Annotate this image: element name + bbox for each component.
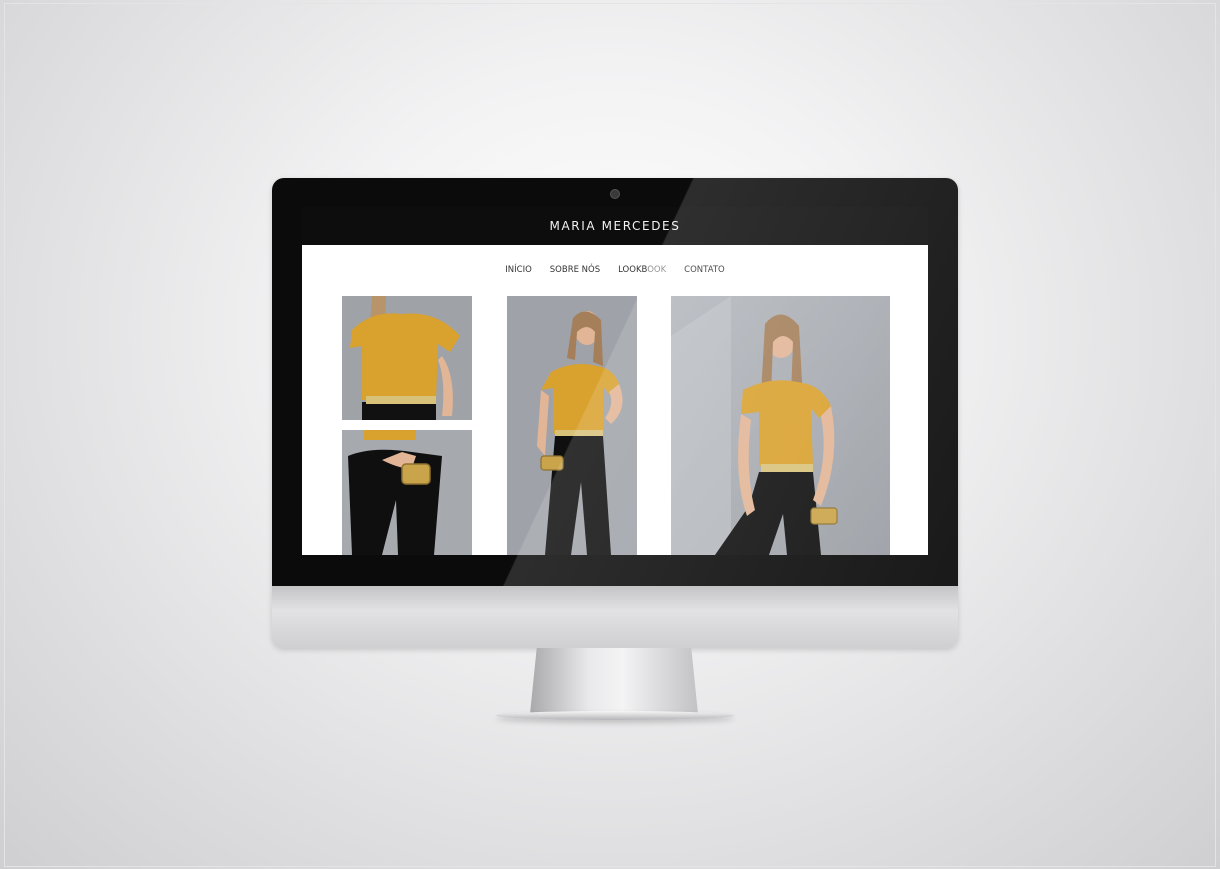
imac-monitor: MARIA MERCEDES INÍCIO SOBRE NÓS LOOKBOOK… (272, 178, 958, 648)
model-illustration (671, 296, 890, 555)
model-illustration (342, 296, 472, 420)
nav-item-lookbook-main: LOOKB (618, 265, 648, 275)
nav-item-contato[interactable]: CONTATO (684, 265, 725, 279)
nav-item-sobre-nos[interactable]: SOBRE NÓS (550, 265, 600, 279)
camera-icon (610, 189, 620, 199)
monitor-bezel: MARIA MERCEDES INÍCIO SOBRE NÓS LOOKBOOK… (272, 178, 958, 586)
lookbook-photo-large-pose[interactable] (671, 296, 890, 555)
model-illustration (507, 296, 637, 555)
site-nav: INÍCIO SOBRE NÓS LOOKBOOK CONTATO (302, 265, 928, 279)
lookbook-photo-full-pose[interactable] (507, 296, 637, 555)
monitor-chin (272, 586, 958, 648)
lookbook-photo-top-detail[interactable] (342, 296, 472, 420)
site-header: MARIA MERCEDES (302, 207, 928, 245)
brand-logo[interactable]: MARIA MERCEDES (550, 219, 681, 233)
monitor-stand (530, 648, 698, 714)
monitor-base (496, 711, 734, 720)
nav-item-lookbook-rest: OOK (647, 265, 667, 275)
model-illustration (342, 430, 472, 555)
nav-item-lookbook[interactable]: LOOKBOOK (618, 265, 666, 279)
lookbook-photo-pants-detail[interactable] (342, 430, 472, 555)
nav-item-inicio[interactable]: INÍCIO (505, 265, 532, 279)
website-screen: MARIA MERCEDES INÍCIO SOBRE NÓS LOOKBOOK… (302, 207, 928, 555)
